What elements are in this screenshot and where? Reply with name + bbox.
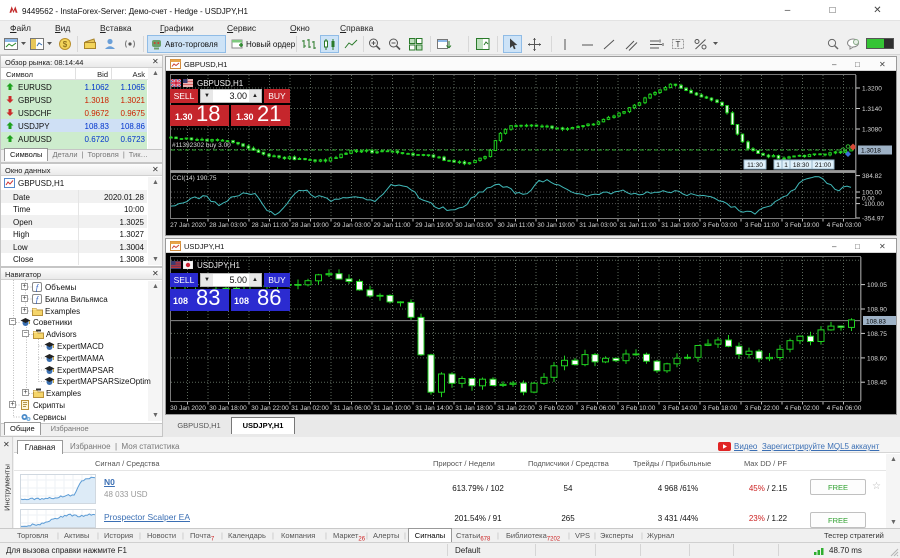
svg-text:3 Feb 18:00: 3 Feb 18:00 [703, 405, 738, 412]
svg-text:-354.97: -354.97 [862, 216, 884, 223]
svg-text:108.83: 108.83 [866, 319, 886, 326]
svg-text:31 Jan 14:00: 31 Jan 14:00 [415, 405, 453, 412]
svg-text:29 Jan 19:00: 29 Jan 19:00 [415, 222, 453, 229]
svg-text:108.75: 108.75 [867, 331, 887, 338]
svg-text:3 Feb 03:00: 3 Feb 03:00 [703, 222, 738, 229]
svg-text:30 Jan 22:00: 30 Jan 22:00 [251, 405, 289, 412]
svg-text:3 Feb 19:00: 3 Feb 19:00 [785, 222, 820, 229]
svg-text:28 Jan 11:00: 28 Jan 11:00 [251, 222, 288, 229]
svg-text:1.3018: 1.3018 [861, 148, 881, 155]
svg-text:31 Jan 18:00: 31 Jan 18:00 [455, 405, 493, 412]
svg-text:3 Feb 06:00: 3 Feb 06:00 [581, 405, 616, 412]
svg-text:31 Jan 11:00: 31 Jan 11:00 [619, 222, 656, 229]
svg-text:#11392302 buy 3.00: #11392302 buy 3.00 [172, 142, 231, 149]
svg-text:31 Jan 02:00: 31 Jan 02:00 [291, 405, 329, 412]
svg-text:30 Jan 18:00: 30 Jan 18:00 [209, 405, 247, 412]
svg-text:3 Feb 14:00: 3 Feb 14:00 [663, 405, 698, 412]
svg-text:1: 1 [784, 162, 788, 169]
svg-text:T: T [676, 40, 681, 49]
svg-text:30 Jan 2020: 30 Jan 2020 [170, 405, 206, 412]
svg-text:30 Jan 19:00: 30 Jan 19:00 [537, 222, 575, 229]
svg-text:3 Feb 02:00: 3 Feb 02:00 [539, 405, 574, 412]
svg-text:1.3200: 1.3200 [862, 86, 882, 93]
svg-text:109.05: 109.05 [867, 282, 887, 289]
svg-text:30 Jan 11:00: 30 Jan 11:00 [497, 222, 534, 229]
svg-text:-100.00: -100.00 [862, 201, 884, 208]
svg-text:31 Jan 22:00: 31 Jan 22:00 [497, 405, 535, 412]
svg-text:108.60: 108.60 [867, 355, 887, 362]
svg-text:108.90: 108.90 [867, 307, 887, 314]
svg-text:31 Jan 06:00: 31 Jan 06:00 [333, 405, 371, 412]
svg-text:28 Jan 03:00: 28 Jan 03:00 [209, 222, 247, 229]
svg-text:384.82: 384.82 [862, 173, 882, 180]
svg-text:31 Jan 19:00: 31 Jan 19:00 [661, 222, 699, 229]
svg-text:4 Feb 03:00: 4 Feb 03:00 [827, 222, 862, 229]
svg-text:28 Jan 19:00: 28 Jan 19:00 [291, 222, 329, 229]
svg-text:1.3080: 1.3080 [862, 127, 882, 134]
svg-text:31 Jan 10:00: 31 Jan 10:00 [373, 405, 411, 412]
svg-text:3 Feb 10:00: 3 Feb 10:00 [621, 405, 656, 412]
svg-text:11:30: 11:30 [747, 162, 763, 169]
svg-text:30 Jan 03:00: 30 Jan 03:00 [455, 222, 493, 229]
svg-text:1: 1 [776, 162, 780, 169]
svg-text:108.45: 108.45 [867, 380, 887, 387]
svg-text:1.3140: 1.3140 [862, 106, 882, 113]
svg-text:29 Jan 11:00: 29 Jan 11:00 [373, 222, 410, 229]
svg-text:CCI(14) 190.75: CCI(14) 190.75 [172, 175, 217, 182]
svg-text:4 Feb 06:00: 4 Feb 06:00 [827, 405, 862, 412]
svg-text:31 Jan 03:00: 31 Jan 03:00 [579, 222, 617, 229]
svg-text:3 Feb 22:00: 3 Feb 22:00 [745, 405, 780, 412]
svg-text:$: $ [63, 40, 68, 49]
svg-text:29 Jan 03:00: 29 Jan 03:00 [333, 222, 371, 229]
svg-text:18:30: 18:30 [793, 162, 810, 169]
svg-text:27 Jan 2020: 27 Jan 2020 [170, 222, 206, 229]
svg-text:3 Feb 11:00: 3 Feb 11:00 [745, 222, 780, 229]
svg-text:21:00: 21:00 [815, 162, 832, 169]
svg-text:4 Feb 02:00: 4 Feb 02:00 [785, 405, 820, 412]
